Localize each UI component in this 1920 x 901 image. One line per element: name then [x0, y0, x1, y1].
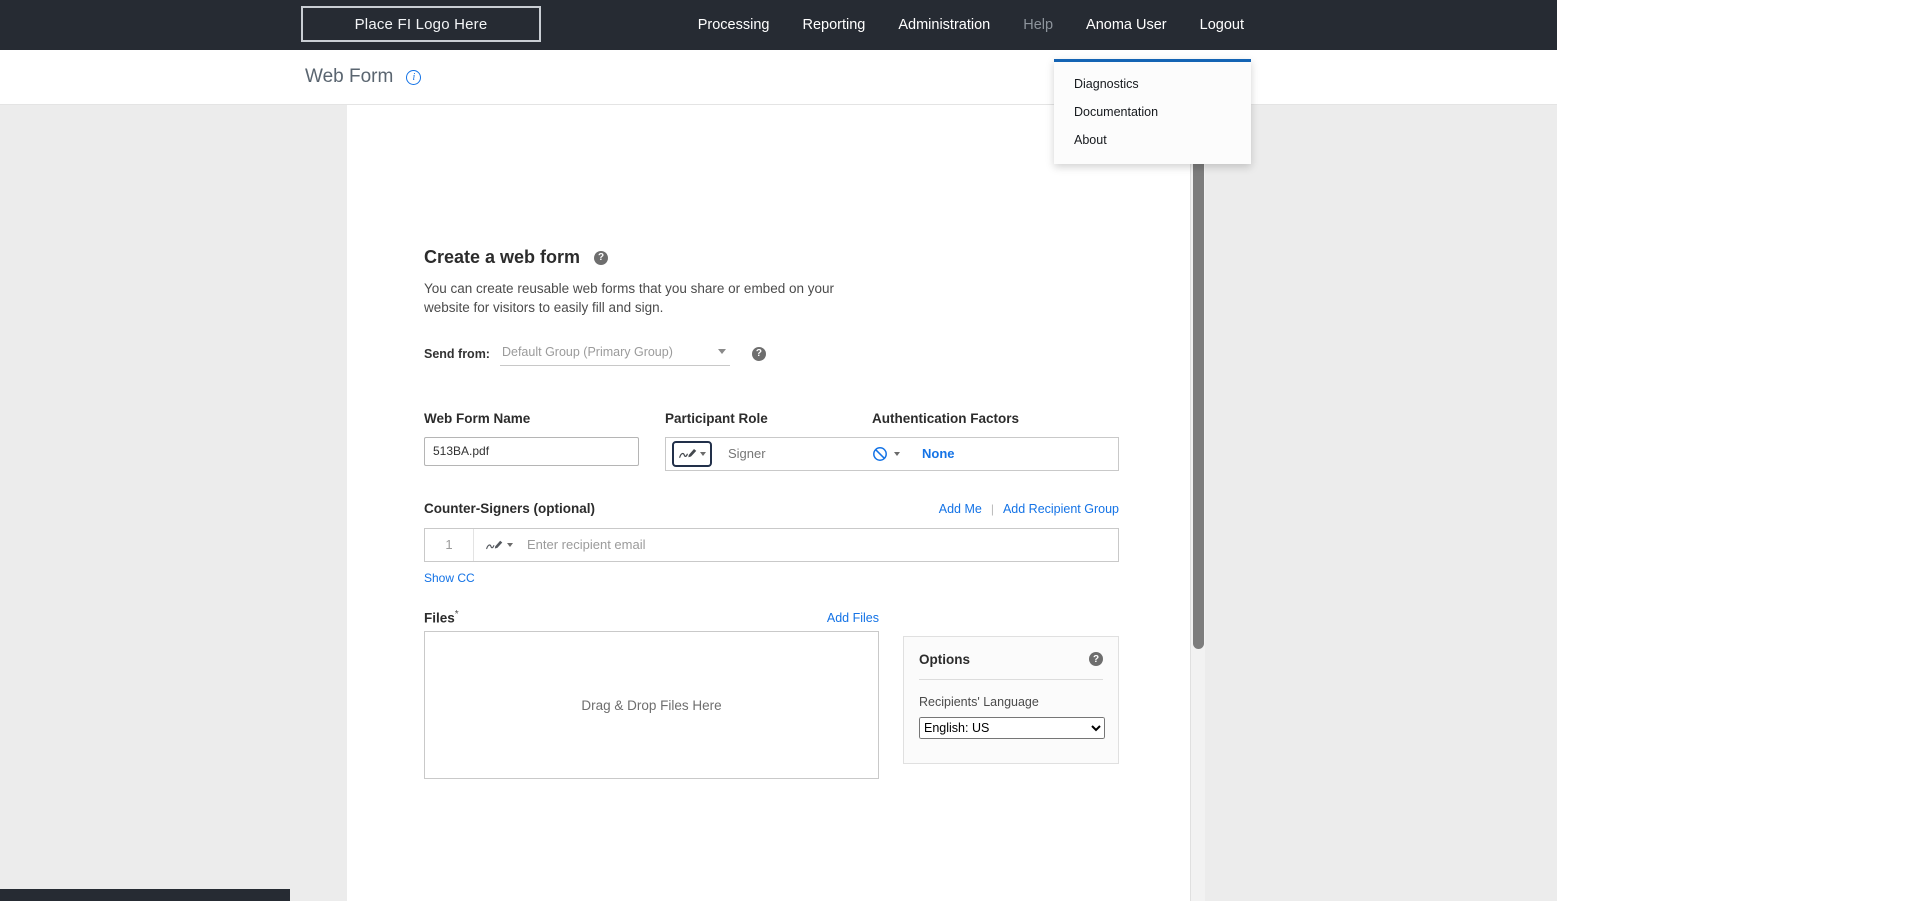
add-files-link[interactable]: Add Files — [827, 611, 879, 625]
recipient-email-input[interactable] — [527, 537, 1108, 552]
nav-item-reporting[interactable]: Reporting — [802, 17, 865, 33]
send-from-select[interactable]: Default Group (Primary Group) — [500, 342, 730, 366]
recipient-role-dropdown[interactable] — [486, 539, 513, 551]
options-column: Options ? Recipients' Language English: … — [903, 636, 1119, 780]
footer-strip — [0, 889, 290, 901]
dropzone-text: Drag & Drop Files Here — [581, 698, 721, 713]
page-title: Web Form — [305, 66, 393, 88]
help-icon[interactable]: ? — [752, 347, 766, 361]
file-dropzone[interactable]: Drag & Drop Files Here — [424, 631, 879, 779]
form-heading: Create a web form — [424, 247, 580, 268]
nav-item-processing[interactable]: Processing — [698, 17, 770, 33]
page-header: Web Form i — [0, 50, 1557, 105]
auth-factors-value[interactable]: None — [922, 446, 955, 461]
signature-icon — [486, 539, 503, 551]
auth-method-dropdown[interactable] — [872, 446, 900, 462]
form-description: You can create reusable web forms that y… — [424, 280, 864, 318]
info-icon[interactable]: i — [406, 70, 421, 85]
help-dropdown-menu: Diagnostics Documentation About — [1054, 59, 1251, 164]
show-cc-link[interactable]: Show CC — [424, 571, 475, 585]
help-icon[interactable]: ? — [594, 251, 608, 265]
options-header: Options ? — [919, 652, 1103, 667]
menu-item-documentation[interactable]: Documentation — [1054, 98, 1251, 126]
options-divider — [919, 679, 1103, 680]
menu-item-about[interactable]: About — [1054, 126, 1251, 154]
options-panel: Options ? Recipients' Language English: … — [903, 636, 1119, 764]
recipient-number: 1 — [425, 529, 474, 561]
participant-row: Signer None — [665, 437, 1119, 471]
content-area: Create a web form ? You can create reusa… — [0, 105, 1557, 901]
counter-signers-label: Counter-Signers (optional) — [424, 501, 939, 516]
menu-item-diagnostics[interactable]: Diagnostics — [1054, 70, 1251, 98]
vertical-scrollbar[interactable] — [1190, 105, 1205, 901]
scrollbar-thumb[interactable] — [1193, 101, 1204, 649]
add-recipient-group-link[interactable]: Add Recipient Group — [1003, 502, 1119, 516]
nav-item-logout[interactable]: Logout — [1200, 17, 1244, 33]
counter-signers-header: Counter-Signers (optional) Add Me | Add … — [424, 501, 1119, 516]
add-me-link[interactable]: Add Me — [939, 502, 982, 516]
files-label: Files* — [424, 609, 827, 626]
files-column: Files* Add Files Drag & Drop Files Here — [424, 609, 879, 780]
fi-logo-placeholder: Place FI Logo Here — [301, 6, 541, 42]
options-title: Options — [919, 652, 1089, 667]
send-from-row: Send from: Default Group (Primary Group)… — [424, 342, 1119, 366]
web-form-name-input[interactable] — [424, 437, 639, 466]
web-form-name-label: Web Form Name — [424, 411, 530, 426]
files-header: Files* Add Files — [424, 609, 879, 626]
chevron-down-icon — [700, 452, 706, 456]
participant-role-label: Participant Role — [665, 411, 768, 426]
nav-item-help[interactable]: Help — [1023, 17, 1053, 33]
links-divider: | — [991, 502, 994, 516]
signer-role-dropdown[interactable] — [672, 441, 712, 467]
nav-item-administration[interactable]: Administration — [898, 17, 990, 33]
nav-item-user[interactable]: Anoma User — [1086, 17, 1167, 33]
chevron-down-icon — [894, 452, 900, 456]
web-form-card: Create a web form ? You can create reusa… — [347, 105, 1190, 901]
chevron-down-icon — [718, 349, 726, 354]
recipients-language-label: Recipients' Language — [919, 695, 1103, 709]
auth-factors-label: Authentication Factors — [872, 411, 1019, 426]
send-from-label: Send from: — [424, 347, 490, 361]
recipients-language-select[interactable]: English: US — [919, 717, 1105, 739]
required-mark: * — [455, 609, 459, 620]
top-nav: Processing Reporting Administration Help… — [698, 0, 1244, 50]
form-heading-row: Create a web form ? — [424, 247, 1119, 268]
field-labels-row: Web Form Name Participant Role Authentic… — [424, 410, 1119, 428]
field-inputs-row: Signer None — [424, 437, 1119, 471]
fi-logo-text: Place FI Logo Here — [355, 16, 488, 33]
chevron-down-icon — [507, 543, 513, 547]
top-navbar: Place FI Logo Here Processing Reporting … — [0, 0, 1557, 50]
app-window: Place FI Logo Here Processing Reporting … — [0, 0, 1557, 901]
no-auth-icon — [872, 446, 888, 462]
send-from-value: Default Group (Primary Group) — [502, 345, 673, 359]
files-section: Files* Add Files Drag & Drop Files Here … — [424, 609, 1119, 780]
recipient-row: 1 — [424, 528, 1119, 562]
signature-icon — [679, 447, 697, 460]
help-icon[interactable]: ? — [1089, 652, 1103, 666]
participant-role-value: Signer — [728, 446, 846, 461]
